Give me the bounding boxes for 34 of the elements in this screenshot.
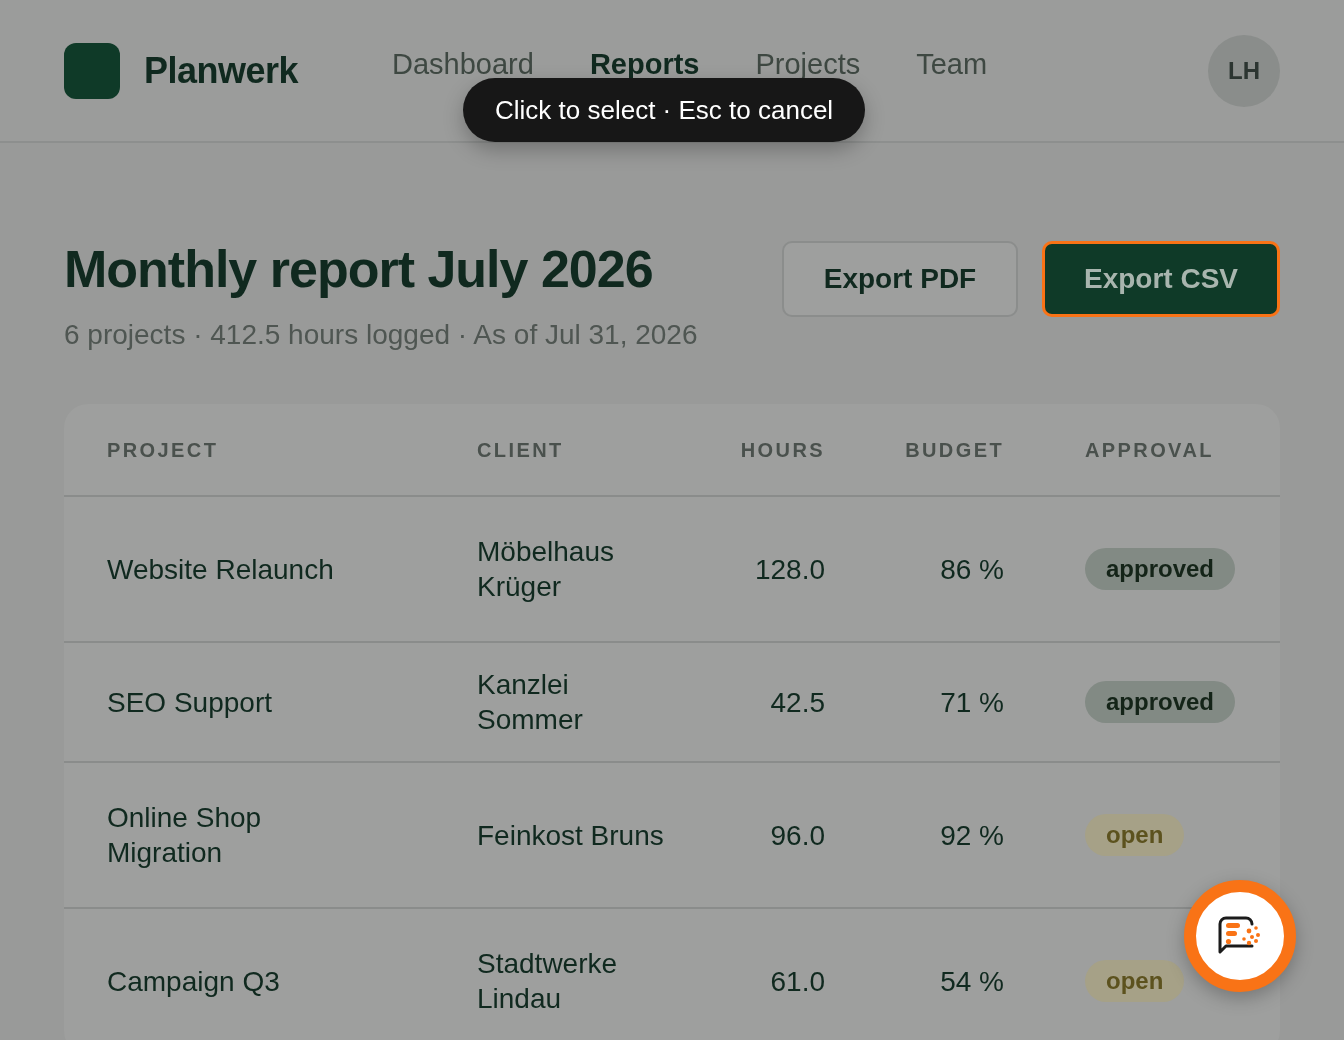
- column-header: PROJECT: [64, 404, 437, 497]
- status-badge: open: [1085, 960, 1185, 1003]
- table-cell: 42.5: [770, 686, 825, 718]
- nav-tab[interactable]: Team: [916, 0, 988, 116]
- column-header: HOURS: [707, 404, 825, 497]
- logo-icon: [64, 42, 120, 99]
- export-button[interactable]: Export CSV: [1042, 241, 1280, 317]
- table-cell-text: Stadtwerke Lindau: [477, 947, 619, 1017]
- column-header: BUDGET: [825, 404, 1004, 497]
- table-cell-text: Möbelhaus Krüger: [477, 535, 615, 605]
- table-cell-text: Website Relaunch: [107, 552, 334, 587]
- table-cell-text: Online Shop Migration: [107, 801, 263, 871]
- table-cell: 61.0: [770, 965, 825, 997]
- status-badge: approved: [1085, 681, 1236, 724]
- table-cell-text: SEO Support: [107, 685, 272, 720]
- table-cell-text: Kanzlei Sommer: [477, 668, 584, 738]
- status-badge: open: [1085, 814, 1185, 857]
- export-button[interactable]: Export PDF: [782, 241, 1018, 317]
- table-cell-text: Campaign Q3: [107, 964, 280, 999]
- tooltip: Click to select · Esc to cancel: [463, 78, 866, 142]
- column-header: APPROVAL: [1004, 404, 1280, 497]
- table-cell: 92 %: [940, 819, 1004, 851]
- table-cell: 96.0: [770, 819, 825, 851]
- column-header: CLIENT: [437, 404, 707, 497]
- table-cell: 86 %: [940, 553, 1004, 585]
- table-cell: 71 %: [940, 686, 1004, 718]
- table-cell-text: Feinkost Bruns: [477, 818, 664, 853]
- report-summary: 6 projects · 412.5 hours logged · As of Jul 31, 2026: [64, 318, 698, 353]
- status-badge: approved: [1085, 548, 1236, 591]
- brand-name: Planwerk: [144, 48, 299, 93]
- table-cell: 128.0: [754, 553, 825, 585]
- report-title: Monthly report July 2026: [64, 241, 654, 299]
- table-cell: 54 %: [940, 965, 1004, 997]
- user-avatar[interactable]: LH: [1208, 34, 1280, 107]
